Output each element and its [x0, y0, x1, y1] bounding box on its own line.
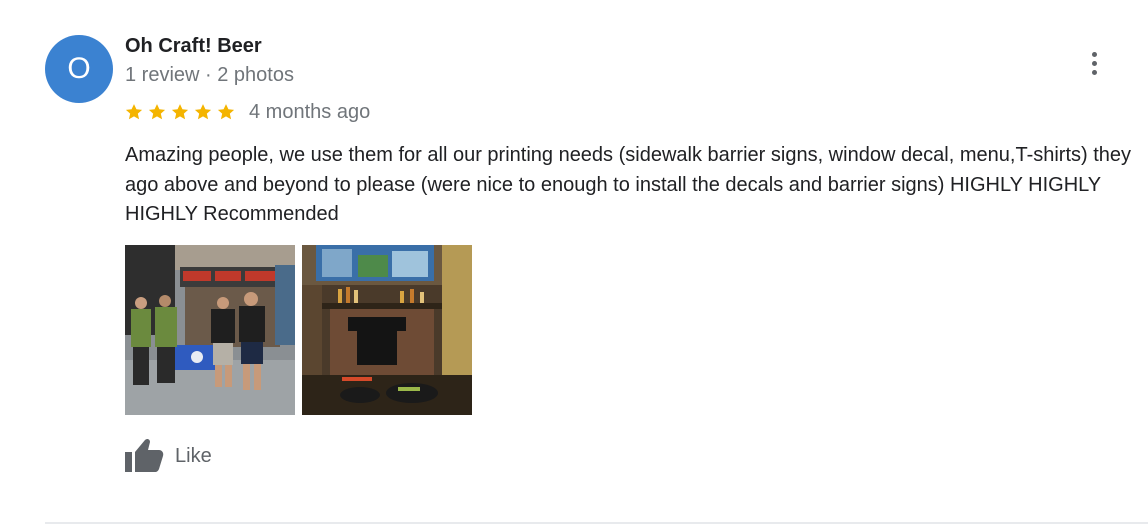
star-icon [217, 104, 235, 120]
more-vertical-icon-dot [1091, 60, 1097, 66]
review-card: O Oh Craft! Beer 1 review · 2 photos 4 m… [0, 0, 1148, 528]
star-icon [148, 104, 166, 120]
rating-row: 4 months ago [124, 97, 370, 127]
star-icon [125, 104, 143, 120]
review-date: 4 months ago [249, 100, 371, 123]
star-icon [194, 104, 212, 120]
review-text: Amazing people, we use them for all our … [125, 144, 1132, 225]
avatar-initial: O [67, 52, 91, 85]
like-button[interactable]: Like [123, 436, 212, 476]
avatar[interactable]: O [45, 35, 113, 103]
photo-bar-tshirt[interactable] [302, 245, 472, 415]
more-vertical-icon-dot [1091, 69, 1097, 75]
more-vertical-icon [1091, 51, 1097, 57]
divider [45, 522, 1148, 524]
like-label: Like [175, 444, 212, 467]
more-options-button[interactable] [1080, 46, 1108, 80]
author-meta: 1 review · 2 photos [125, 64, 294, 86]
photo-bar-image [302, 245, 472, 415]
star-icon [171, 104, 189, 120]
thumbs-up-icon [125, 438, 164, 472]
author-name[interactable]: Oh Craft! Beer [125, 35, 262, 58]
photo-storefront-image [125, 245, 295, 415]
star-rating [124, 102, 236, 122]
photo-storefront-group[interactable] [125, 245, 295, 415]
